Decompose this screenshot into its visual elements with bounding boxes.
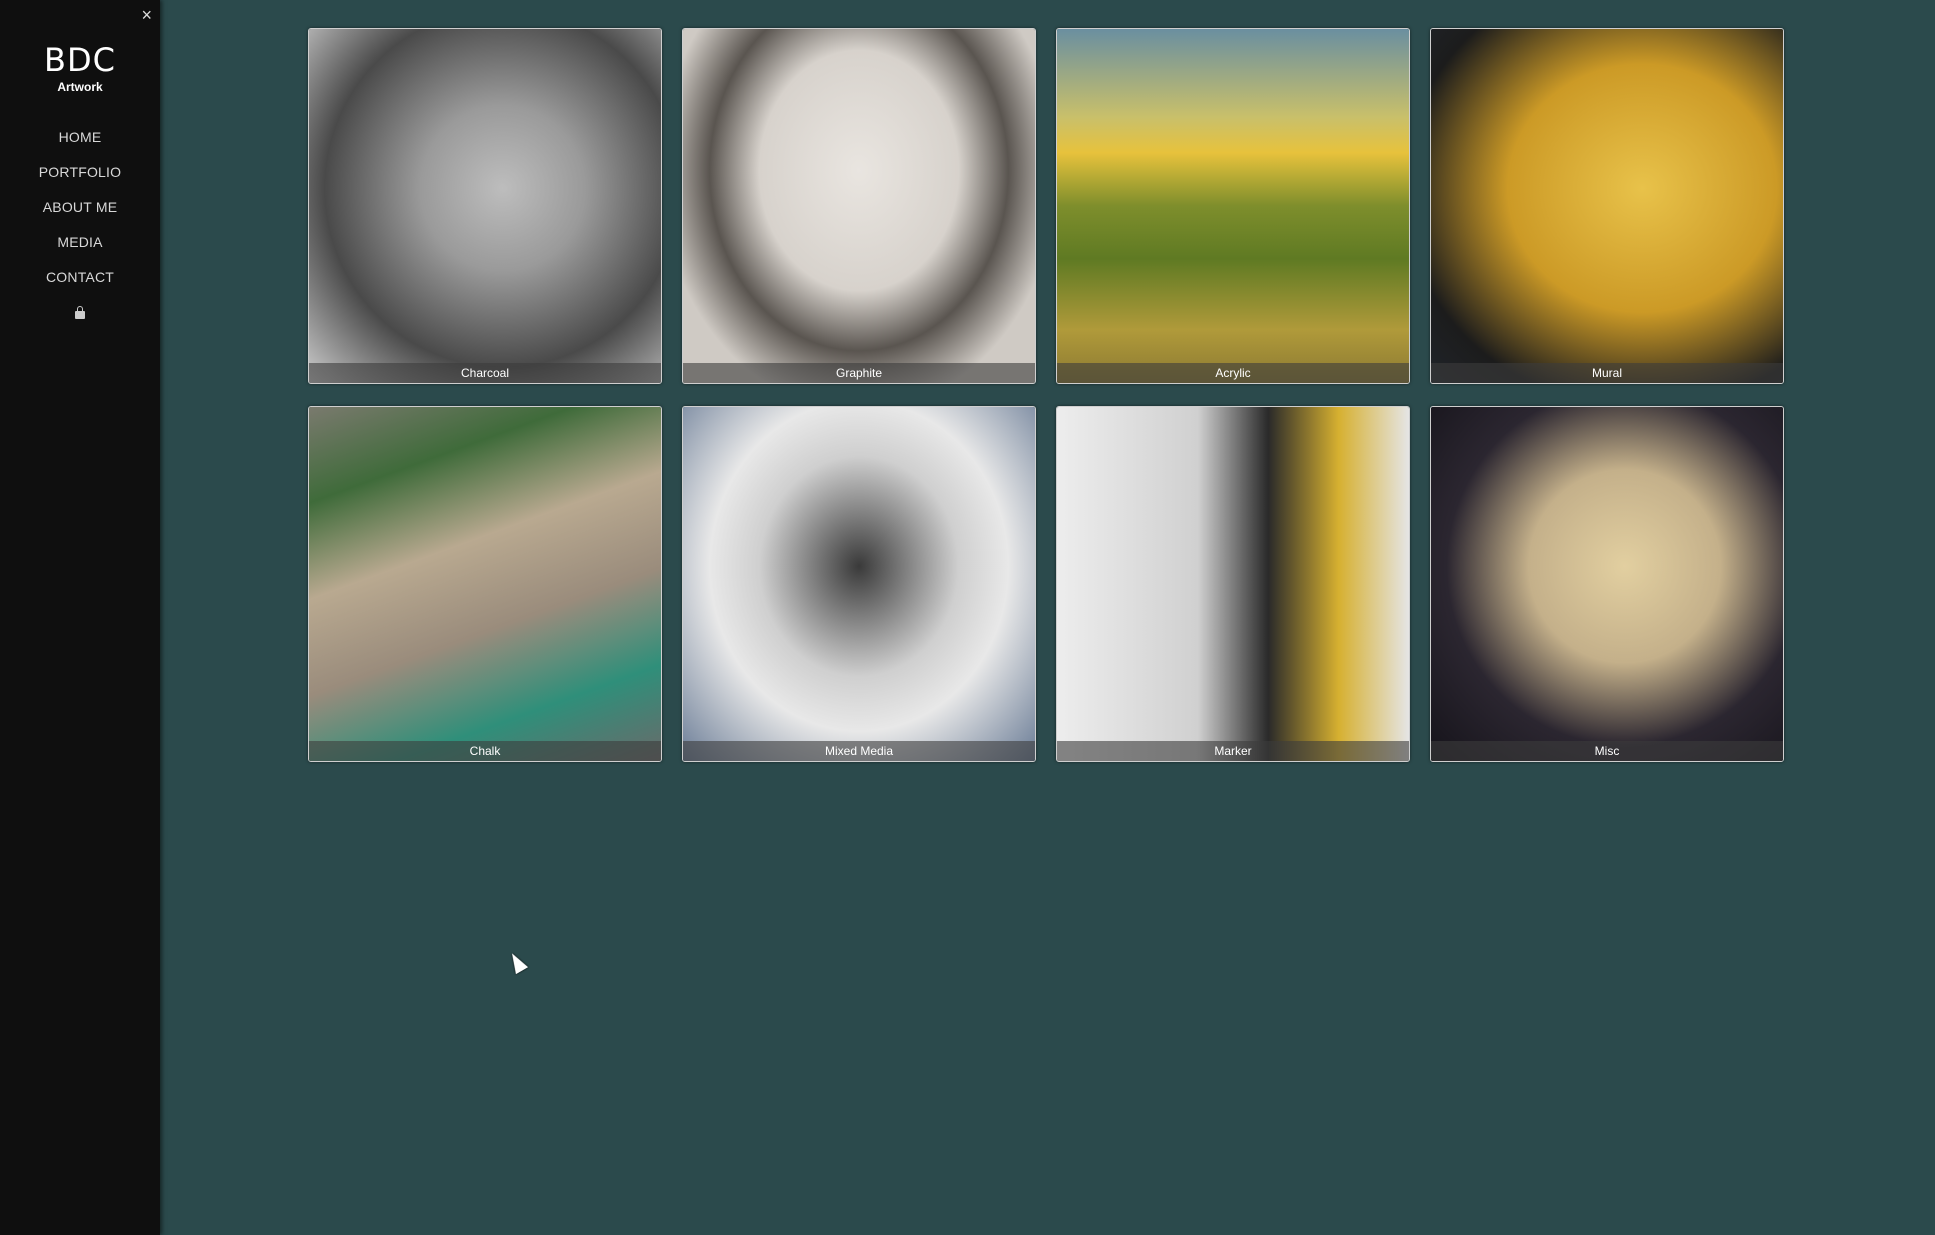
sidebar-nav: HOME PORTFOLIO ABOUT ME MEDIA CONTACT bbox=[0, 126, 160, 336]
tile-caption: Chalk bbox=[309, 741, 661, 761]
close-icon[interactable]: × bbox=[141, 5, 152, 25]
artwork-image bbox=[309, 29, 661, 383]
artwork-image bbox=[683, 407, 1035, 761]
artwork-image bbox=[1431, 407, 1783, 761]
lock-icon bbox=[75, 306, 85, 319]
nav-item-portfolio[interactable]: PORTFOLIO bbox=[0, 161, 160, 196]
artwork-image bbox=[309, 407, 661, 761]
tile-caption: Mixed Media bbox=[683, 741, 1035, 761]
nav-item-lock[interactable] bbox=[0, 301, 160, 336]
nav-item-home[interactable]: HOME bbox=[0, 126, 160, 161]
tile-caption: Mural bbox=[1431, 363, 1783, 383]
mouse-cursor-icon bbox=[505, 949, 529, 975]
artwork-image bbox=[683, 29, 1035, 383]
nav-item-media[interactable]: MEDIA bbox=[0, 231, 160, 266]
gallery-tile-chalk[interactable]: Chalk bbox=[308, 406, 662, 762]
nav-item-about-me[interactable]: ABOUT ME bbox=[0, 196, 160, 231]
gallery-tile-mural[interactable]: Mural bbox=[1430, 28, 1784, 384]
tile-caption: Acrylic bbox=[1057, 363, 1409, 383]
tile-caption: Marker bbox=[1057, 741, 1409, 761]
artwork-image bbox=[1057, 407, 1409, 761]
brand-title: BDC bbox=[44, 41, 116, 79]
sidebar: × BDC Artwork HOME PORTFOLIO ABOUT ME ME… bbox=[0, 0, 160, 1235]
tile-caption: Misc bbox=[1431, 741, 1783, 761]
gallery-tile-misc[interactable]: Misc bbox=[1430, 406, 1784, 762]
gallery-tile-acrylic[interactable]: Acrylic bbox=[1056, 28, 1410, 384]
gallery-tile-charcoal[interactable]: Charcoal bbox=[308, 28, 662, 384]
tile-caption: Graphite bbox=[683, 363, 1035, 383]
brand[interactable]: BDC Artwork bbox=[0, 40, 160, 94]
gallery-tile-mixed-media[interactable]: Mixed Media bbox=[682, 406, 1036, 762]
gallery-tile-graphite[interactable]: Graphite bbox=[682, 28, 1036, 384]
nav-item-contact[interactable]: CONTACT bbox=[0, 266, 160, 301]
brand-subtitle: Artwork bbox=[57, 80, 103, 94]
artwork-image bbox=[1431, 29, 1783, 383]
gallery-tile-marker[interactable]: Marker bbox=[1056, 406, 1410, 762]
tile-caption: Charcoal bbox=[309, 363, 661, 383]
artwork-image bbox=[1057, 29, 1409, 383]
